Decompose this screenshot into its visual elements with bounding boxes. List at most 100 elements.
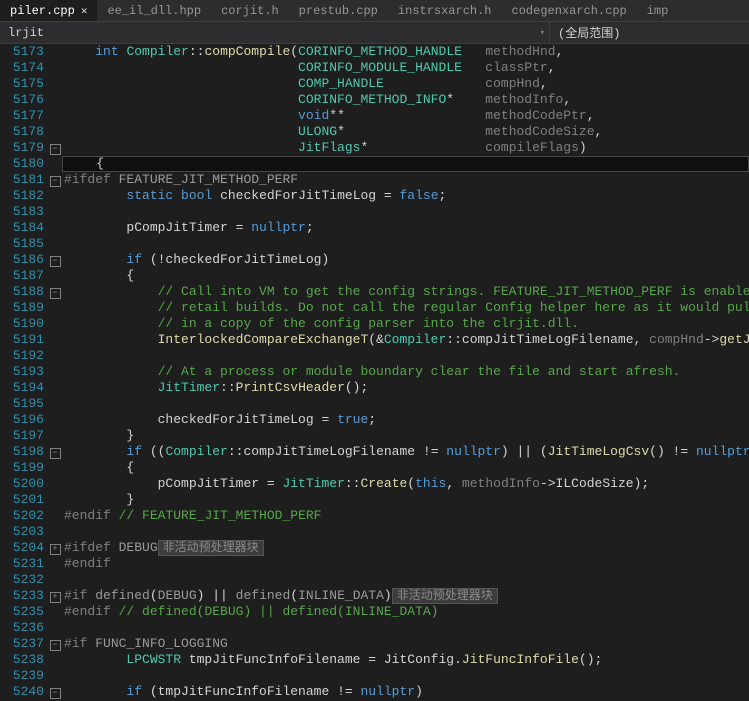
line-number: 5202 [0, 508, 44, 524]
code-editor[interactable]: 5173517451755176517751785179518051815182… [0, 44, 749, 701]
code-line[interactable]: { [62, 268, 749, 284]
tab[interactable]: prestub.cpp [289, 0, 388, 21]
line-number: 5174 [0, 60, 44, 76]
close-icon[interactable]: ✕ [81, 4, 88, 18]
line-number: 5186 [0, 252, 44, 268]
code-line[interactable]: // in a copy of the config parser into t… [62, 316, 749, 332]
code-line[interactable] [62, 620, 749, 636]
line-number: 5183 [0, 204, 44, 220]
line-number: 5178 [0, 124, 44, 140]
line-number: 5184 [0, 220, 44, 236]
inactive-preprocessor-badge: 非活动预处理器块 [392, 588, 498, 604]
line-number: 5200 [0, 476, 44, 492]
code-line[interactable]: // At a process or module boundary clear… [62, 364, 749, 380]
line-number: 5195 [0, 396, 44, 412]
chevron-down-icon[interactable]: ▾ [540, 28, 545, 38]
line-number: 5177 [0, 108, 44, 124]
code-line[interactable] [62, 396, 749, 412]
line-number: 5182 [0, 188, 44, 204]
code-line[interactable]: ULONG* methodCodeSize, [62, 124, 749, 140]
code-line[interactable] [62, 348, 749, 364]
code-line[interactable]: static bool checkedForJitTimeLog = false… [62, 188, 749, 204]
line-number: 5232 [0, 572, 44, 588]
line-number: 5203 [0, 524, 44, 540]
code-line[interactable]: InterlockedCompareExchangeT(&Compiler::c… [62, 332, 749, 348]
code-line[interactable]: { [62, 156, 749, 172]
code-line[interactable]: if ((Compiler::compJitTimeLogFilename !=… [62, 444, 749, 460]
line-number: 5238 [0, 652, 44, 668]
fold-column: − − − − − + + − − [48, 44, 62, 701]
code-line[interactable]: checkedForJitTimeLog = true; [62, 412, 749, 428]
line-number: 5192 [0, 348, 44, 364]
code-line[interactable]: LPCWSTR tmpJitFuncInfoFilename = JitConf… [62, 652, 749, 668]
line-number: 5196 [0, 412, 44, 428]
line-number: 5191 [0, 332, 44, 348]
tab[interactable]: codegenxarch.cpp [502, 0, 637, 21]
code-line[interactable] [62, 668, 749, 684]
code-line[interactable]: #endif // FEATURE_JIT_METHOD_PERF [62, 508, 749, 524]
nav-bar: lrjit ▾ (全局范围) [0, 22, 749, 44]
code-line[interactable]: #if FUNC_INFO_LOGGING [62, 636, 749, 652]
fold-collapse-icon[interactable]: − [50, 288, 61, 299]
code-line[interactable]: if (!checkedForJitTimeLog) [62, 252, 749, 268]
code-line[interactable]: COMP_HANDLE compHnd, [62, 76, 749, 92]
code-line[interactable]: #ifdef DEBUG非活动预处理器块 [62, 540, 749, 556]
fold-collapse-icon[interactable]: − [50, 176, 61, 187]
tab[interactable]: instrsxarch.h [388, 0, 502, 21]
fold-expand-icon[interactable]: + [50, 592, 61, 603]
fold-collapse-icon[interactable]: − [50, 448, 61, 459]
code-line[interactable]: void** methodCodePtr, [62, 108, 749, 124]
line-number: 5189 [0, 300, 44, 316]
line-number: 5181 [0, 172, 44, 188]
code-line[interactable]: if (tmpJitFuncInfoFilename != nullptr) [62, 684, 749, 700]
tab[interactable]: ee_il_dll.hpp [97, 0, 211, 21]
code-line[interactable]: { [62, 460, 749, 476]
line-number: 5190 [0, 316, 44, 332]
fold-collapse-icon[interactable]: − [50, 144, 61, 155]
line-number: 5193 [0, 364, 44, 380]
line-number: 5240 [0, 684, 44, 700]
code-line[interactable]: // Call into VM to get the config string… [62, 284, 749, 300]
code-line[interactable]: JitTimer::PrintCsvHeader(); [62, 380, 749, 396]
code-line[interactable]: pCompJitTimer = nullptr; [62, 220, 749, 236]
fold-collapse-icon[interactable]: − [50, 688, 61, 699]
line-number: 5237 [0, 636, 44, 652]
tab-bar: piler.cpp✕ee_il_dll.hppcorjit.hprestub.c… [0, 0, 749, 22]
code-line[interactable]: #endif [62, 556, 749, 572]
code-line[interactable] [62, 236, 749, 252]
line-number: 5201 [0, 492, 44, 508]
tab[interactable]: piler.cpp✕ [0, 0, 97, 21]
code-line[interactable] [62, 572, 749, 588]
code-line[interactable]: CORINFO_METHOD_INFO* methodInfo, [62, 92, 749, 108]
code-line[interactable]: int Compiler::compCompile(CORINFO_METHOD… [62, 44, 749, 60]
code-line[interactable]: #endif // defined(DEBUG) || defined(INLI… [62, 604, 749, 620]
nav-scope-right[interactable]: (全局范围) [549, 22, 749, 43]
code-line[interactable]: #ifdef FEATURE_JIT_METHOD_PERF [62, 172, 749, 188]
code-line[interactable]: CORINFO_MODULE_HANDLE classPtr, [62, 60, 749, 76]
line-number: 5231 [0, 556, 44, 572]
line-number: 5187 [0, 268, 44, 284]
fold-collapse-icon[interactable]: − [50, 640, 61, 651]
code-line[interactable]: } [62, 428, 749, 444]
code-line[interactable]: JitFlags* compileFlags) [62, 140, 749, 156]
code-line[interactable]: pCompJitTimer = JitTimer::Create(this, m… [62, 476, 749, 492]
line-number: 5236 [0, 620, 44, 636]
line-number: 5197 [0, 428, 44, 444]
tab[interactable]: imp [637, 0, 679, 21]
line-numbers: 5173517451755176517751785179518051815182… [0, 44, 48, 701]
code-line[interactable]: #if defined(DEBUG) || defined(INLINE_DAT… [62, 588, 749, 604]
code-line[interactable] [62, 204, 749, 220]
code-line[interactable]: // retail builds. Do not call the regula… [62, 300, 749, 316]
line-number: 5180 [0, 156, 44, 172]
fold-collapse-icon[interactable]: − [50, 256, 61, 267]
line-number: 5199 [0, 460, 44, 476]
nav-scope-left[interactable]: lrjit [0, 24, 52, 42]
fold-expand-icon[interactable]: + [50, 544, 61, 555]
line-number: 5204 [0, 540, 44, 556]
line-number: 5239 [0, 668, 44, 684]
tab[interactable]: corjit.h [211, 0, 289, 21]
code-line[interactable] [62, 524, 749, 540]
code-area[interactable]: int Compiler::compCompile(CORINFO_METHOD… [62, 44, 749, 701]
line-number: 5175 [0, 76, 44, 92]
code-line[interactable]: } [62, 492, 749, 508]
